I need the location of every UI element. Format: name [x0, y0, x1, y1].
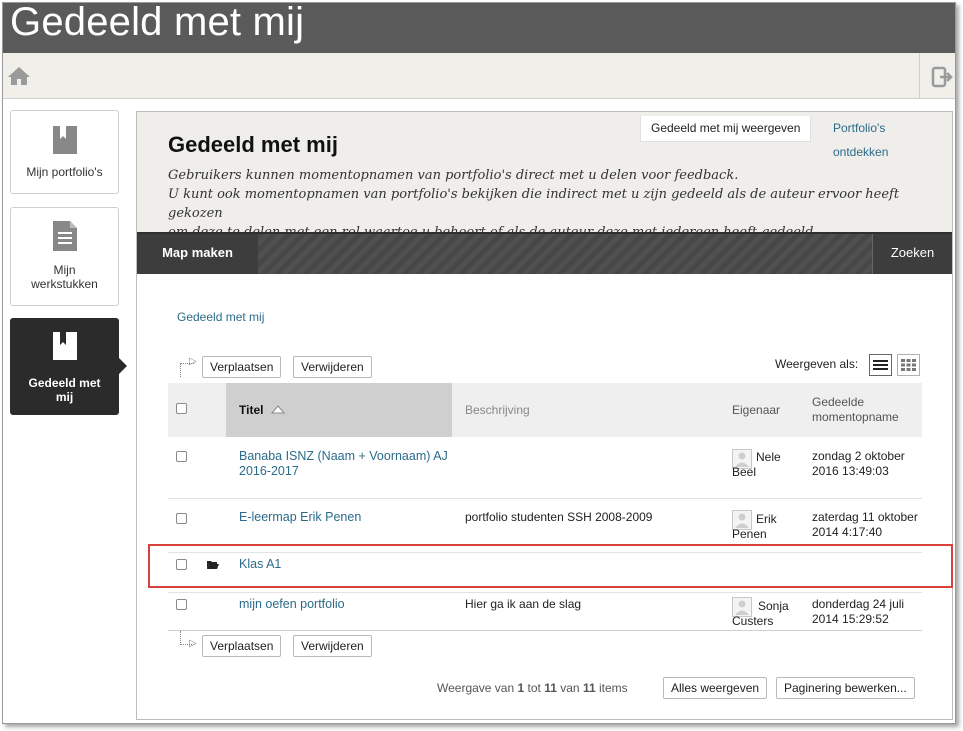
arrow-head-icon: ▷ — [189, 638, 197, 649]
description-line: Gebruikers kunnen momentopnamen van port… — [168, 168, 739, 183]
logout-icon[interactable] — [931, 66, 955, 88]
row-checkbox[interactable] — [176, 451, 187, 462]
pagination-to: 11 — [544, 681, 557, 695]
view-as-label: Weergeven als: — [775, 357, 859, 371]
row-date: donderdag 24 juli 2014 15:29:52 — [812, 597, 905, 626]
pagination-suffix: items — [598, 681, 628, 695]
breadcrumb[interactable]: Gedeeld met mij — [177, 310, 264, 324]
row-title-link[interactable]: Banaba ISNZ (Naam + Voornaam) AJ 2016-20… — [239, 449, 449, 479]
page-description: Gebruikers kunnen momentopnamen van port… — [168, 166, 928, 242]
column-header-title[interactable]: Titel — [239, 403, 285, 417]
bookmark-book-icon — [52, 126, 77, 154]
list-view-button[interactable] — [869, 354, 892, 376]
arrow-head-icon: ▷ — [189, 356, 197, 367]
page-header: Gedeeld met mij weergeven Portfolio's on… — [137, 112, 952, 240]
row-checkbox[interactable] — [176, 513, 187, 524]
bookmark-book-icon — [52, 332, 77, 360]
row-checkbox[interactable] — [176, 559, 187, 570]
column-header-owner: Eigenaar — [732, 403, 781, 417]
search-button[interactable]: Zoeken — [872, 234, 952, 274]
tab-shared-with-me[interactable]: Gedeeld met mij weergeven — [640, 116, 812, 142]
sidebar-item-label: Mijn werkstukken — [31, 263, 98, 291]
sidebar-item-my-work[interactable]: Mijn werkstukken — [10, 207, 119, 306]
table-row-folder: Klas A1 — [168, 553, 922, 593]
table-header: Titel Beschrijving Eigenaar Gedeelde mom… — [168, 383, 922, 437]
select-all-checkbox[interactable] — [176, 403, 187, 414]
document-icon — [52, 221, 77, 251]
row-date: zondag 2 oktober 2016 13:49:03 — [812, 449, 905, 478]
edit-paging-button[interactable]: Paginering bewerken... — [776, 677, 915, 699]
column-header-shared-snapshot: Gedeelde momentopname — [812, 395, 899, 424]
main-panel: Gedeeld met mij weergeven Portfolio's on… — [136, 111, 953, 720]
home-icon[interactable] — [7, 65, 31, 87]
row-title-link[interactable]: mijn oefen portfolio — [239, 597, 449, 612]
nav-bar — [3, 53, 955, 99]
table-row: Banaba ISNZ (Naam + Voornaam) AJ 2016-20… — [168, 437, 922, 499]
column-title-label: Titel — [239, 403, 264, 417]
sidebar-item-shared-with-me[interactable]: Gedeeld met mij — [10, 318, 127, 415]
list-icon — [873, 360, 888, 370]
sidebar-item-my-portfolios[interactable]: Mijn portfolio's — [10, 110, 119, 194]
column-header-description: Beschrijving — [465, 403, 530, 417]
table-row: E-leermap Erik Penen portfolio studenten… — [168, 499, 922, 553]
row-owner: Sonja Custers — [732, 599, 789, 628]
grid-icon — [901, 359, 916, 371]
row-title-link[interactable]: Klas A1 — [239, 557, 449, 572]
grid-view-button[interactable] — [897, 354, 920, 376]
app-title: Gedeeld met mij — [10, 0, 305, 44]
delete-button[interactable]: Verwijderen — [293, 356, 372, 378]
move-button[interactable]: Verplaatsen — [202, 356, 282, 378]
pagination-from: 1 — [517, 681, 525, 695]
sort-ascending-icon — [270, 405, 285, 414]
move-button-bottom[interactable]: Verplaatsen — [202, 635, 282, 657]
row-checkbox[interactable] — [176, 599, 187, 610]
row-title-link[interactable]: E-leermap Erik Penen — [239, 510, 449, 525]
row-owner: Nele Beel — [732, 450, 781, 479]
page-title: Gedeeld met mij — [168, 132, 338, 157]
table-row: mijn oefen portfolio Hier ga ik aan de s… — [168, 593, 922, 631]
pagination-to-word: tot — [527, 681, 541, 695]
title-bar: Gedeeld met mij — [3, 0, 955, 53]
show-all-button[interactable]: Alles weergeven — [663, 677, 768, 699]
description-line: U kunt ook momentopnamen van portfolio's… — [168, 187, 900, 221]
row-date: zaterdag 11 oktober 2014 4:17:40 — [812, 510, 918, 539]
tab-discover-portfolios[interactable]: Portfolio's ontdekken — [823, 116, 952, 159]
row-owner: Erik Penen — [732, 512, 777, 541]
pagination-of-word: van — [560, 681, 580, 695]
row-description: Hier ga ik aan de slag — [465, 597, 582, 611]
pagination-info: Weergave van 1 tot 11 van 11 items — [437, 681, 628, 695]
pagination-prefix: Weergave van — [437, 681, 515, 695]
window: Gedeeld met mij Mijn portfolio's Mijn we — [2, 0, 956, 724]
pagination-total: 11 — [582, 681, 596, 695]
create-folder-button[interactable]: Map maken — [137, 234, 258, 274]
sidebar-item-label: Mijn portfolio's — [26, 165, 103, 179]
row-description: portfolio studenten SSH 2008-2009 — [465, 510, 653, 524]
delete-button-bottom[interactable]: Verwijderen — [293, 635, 372, 657]
action-bar: Map maken Zoeken — [137, 232, 952, 274]
folder-open-icon — [207, 561, 219, 569]
logout-area — [919, 53, 955, 99]
sidebar-item-label: Gedeeld met mij — [28, 376, 101, 404]
